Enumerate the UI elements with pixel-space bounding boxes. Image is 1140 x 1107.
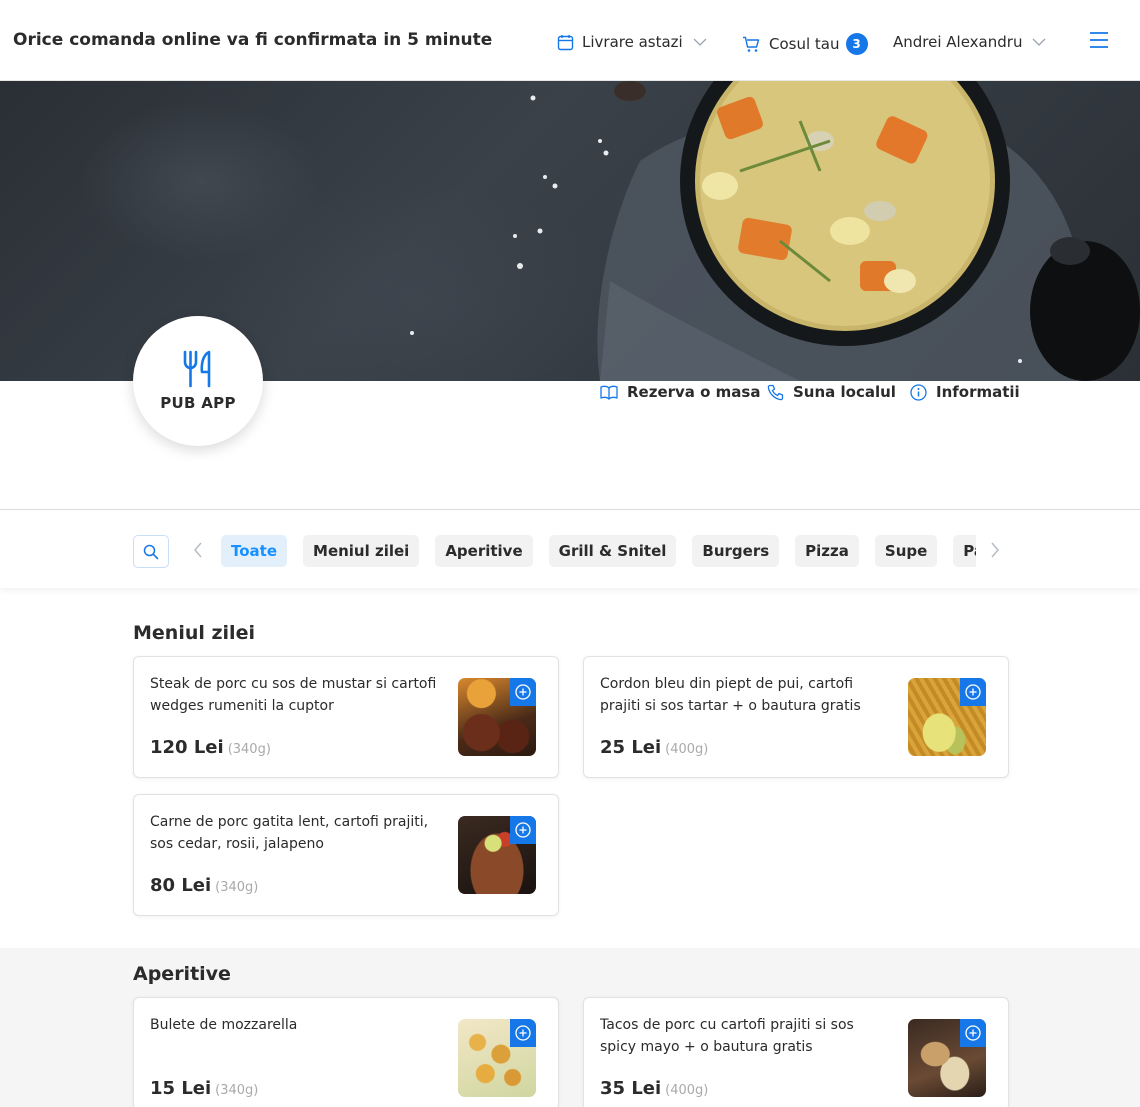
header-title: Orice comanda online va fi confirmata in… [13, 30, 493, 50]
product-price: 15 Lei [150, 1078, 212, 1099]
product-price: 120 Lei [150, 737, 224, 758]
product-price-line: 120 Lei (340g) [150, 737, 271, 758]
logo-text: PUB APP [160, 394, 236, 412]
info-icon [910, 383, 927, 401]
info-label: Informatii [936, 383, 1020, 401]
plus-circle-icon [965, 1025, 981, 1041]
plus-circle-icon [515, 684, 531, 700]
product-weight: (340g) [215, 880, 259, 895]
plus-circle-icon [515, 1025, 531, 1041]
cart-button[interactable]: Cosul tau 3 [742, 33, 868, 55]
section-title-aperitive: Aperitive [133, 963, 231, 985]
call-restaurant-link[interactable]: Suna localul [767, 383, 896, 401]
category-chip-supe[interactable]: Supe [874, 535, 938, 567]
add-to-cart-button[interactable] [510, 678, 536, 706]
add-to-cart-button[interactable] [960, 678, 986, 706]
product-price-line: 15 Lei (340g) [150, 1078, 258, 1099]
product-card[interactable]: Bulete de mozzarella 15 Lei (340g) [133, 997, 559, 1107]
fork-knife-icon [183, 350, 211, 388]
product-price-line: 35 Lei (400g) [600, 1078, 708, 1099]
hamburger-menu-icon[interactable] [1088, 30, 1110, 50]
cart-icon [743, 36, 760, 52]
info-link[interactable]: Informatii [910, 383, 1020, 401]
calendar-icon [557, 34, 574, 50]
chevron-left-icon[interactable] [192, 541, 204, 559]
category-chip-pizza[interactable]: Pizza [795, 535, 859, 567]
product-card[interactable]: Tacos de porc cu cartofi prajiti si sos … [583, 997, 1009, 1107]
product-price-line: 80 Lei (340g) [150, 875, 258, 896]
cart-count-badge: 3 [845, 33, 868, 55]
section-title-meniul-zilei: Meniul zilei [133, 622, 255, 644]
product-price: 35 Lei [600, 1078, 662, 1099]
product-card[interactable]: Cordon bleu din piept de pui, cartofi pr… [583, 656, 1009, 778]
product-name: Tacos de porc cu cartofi prajiti si sos … [600, 1017, 854, 1055]
category-chip-paste[interactable]: Paste [953, 535, 976, 567]
product-card[interactable]: Steak de porc cu sos de mustar si cartof… [133, 656, 559, 778]
reserve-label: Rezerva o masa [627, 383, 761, 401]
add-to-cart-button[interactable] [960, 1019, 986, 1047]
category-chip-burgers[interactable]: Burgers [692, 535, 780, 567]
phone-icon [767, 384, 784, 400]
restaurant-logo: PUB APP [133, 316, 263, 446]
product-name: Carne de porc gatita lent, cartofi praji… [150, 814, 429, 852]
delivery-label: Livrare astazi [582, 33, 683, 51]
product-weight: (340g) [227, 742, 271, 757]
product-price: 25 Lei [600, 737, 662, 758]
search-button[interactable] [133, 535, 169, 568]
category-chip-meniul-zilei[interactable]: Meniul zilei [303, 535, 420, 567]
chevron-down-icon [1033, 38, 1046, 46]
product-card[interactable]: Carne de porc gatita lent, cartofi praji… [133, 794, 559, 916]
product-weight: (400g) [665, 742, 709, 757]
product-name: Cordon bleu din piept de pui, cartofi pr… [600, 676, 861, 714]
add-to-cart-button[interactable] [510, 816, 536, 844]
chevron-down-icon [693, 38, 707, 46]
call-label: Suna localul [793, 383, 896, 401]
plus-circle-icon [515, 822, 531, 838]
cart-label: Cosul tau [769, 35, 840, 53]
search-icon [143, 544, 159, 559]
reserve-table-link[interactable]: Rezerva o masa [600, 383, 760, 401]
product-price: 80 Lei [150, 875, 212, 896]
category-chips: Toate Meniul zilei Aperitive Grill & Snitel… [221, 535, 976, 567]
user-name: Andrei Alexandru [893, 33, 1023, 51]
delivery-selector[interactable]: Livrare astazi [557, 33, 707, 51]
category-chip-grill-snitel[interactable]: Grill & Snitel [548, 535, 677, 567]
top-header: Orice comanda online va fi confirmata in… [0, 0, 1140, 81]
product-weight: (340g) [215, 1083, 259, 1098]
user-menu[interactable]: Andrei Alexandru [893, 33, 1046, 51]
add-to-cart-button[interactable] [510, 1019, 536, 1047]
book-icon [600, 385, 618, 400]
product-name: Bulete de mozzarella [150, 1017, 298, 1033]
category-chip-aperitive[interactable]: Aperitive [435, 535, 533, 567]
product-price-line: 25 Lei (400g) [600, 737, 708, 758]
chevron-right-icon[interactable] [989, 541, 1001, 559]
category-chip-toate[interactable]: Toate [221, 535, 288, 567]
product-weight: (400g) [665, 1083, 709, 1098]
product-name: Steak de porc cu sos de mustar si cartof… [150, 676, 437, 714]
plus-circle-icon [965, 684, 981, 700]
